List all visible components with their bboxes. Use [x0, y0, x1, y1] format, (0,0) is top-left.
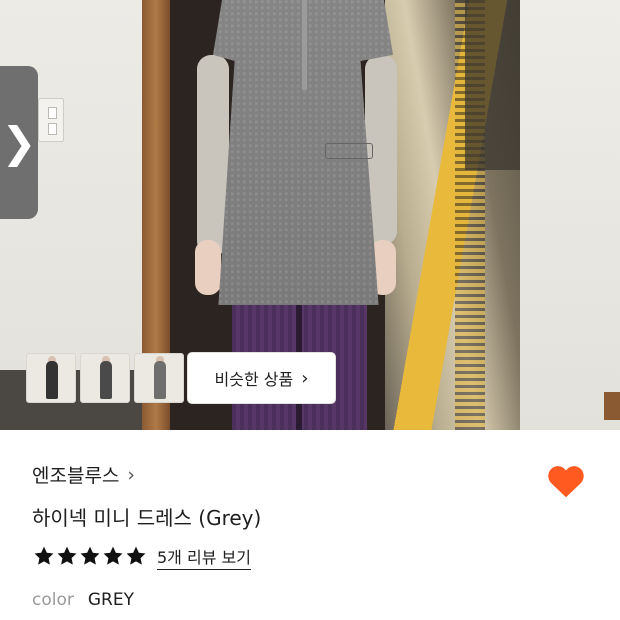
photo-ledge [604, 392, 620, 420]
review-link[interactable]: 5개 리뷰 보기 [157, 544, 251, 568]
thumbnail-3[interactable] [134, 353, 184, 403]
wishlist-button[interactable] [545, 460, 587, 502]
star-icon [80, 546, 100, 565]
thumbnail-figure [46, 361, 58, 399]
brand-name: 엔조블루스 [32, 465, 120, 487]
chevron-right-icon: ❯ [1, 118, 37, 167]
heart-icon [548, 466, 584, 498]
thumbnail-2[interactable] [80, 353, 130, 403]
similar-products-button[interactable]: 비슷한 상품 › [188, 353, 335, 403]
thumbnail-figure [100, 361, 112, 399]
thumbnail-strip [26, 353, 184, 403]
dress-pocket [325, 143, 373, 159]
star-icon [34, 546, 54, 565]
color-label: color [32, 590, 74, 610]
color-option: color GREY [32, 590, 134, 610]
dress-zipper [302, 0, 307, 90]
star-icon [57, 546, 77, 565]
rating-row: 5개 리뷰 보기 [33, 544, 251, 568]
color-value: GREY [87, 590, 134, 610]
thumbnail-figure [154, 361, 166, 399]
photo-curtain-shadow [465, 0, 520, 170]
brand-link[interactable]: 엔조블루스 › [32, 461, 135, 488]
star-icon [126, 546, 146, 565]
photo-wall-right [505, 0, 620, 430]
light-switch [38, 98, 64, 142]
chevron-right-icon: › [127, 463, 136, 486]
product-title: 하이넥 미니 드레스 (Grey) [32, 506, 262, 530]
chevron-right-icon: › [301, 367, 309, 389]
model-hand-left [195, 240, 221, 295]
star-icon [103, 546, 123, 565]
rating-stars [33, 545, 147, 567]
thumbnail-1[interactable] [26, 353, 76, 403]
gallery-arrow-button[interactable]: ❯ [0, 66, 38, 219]
similar-products-label: 비슷한 상품 [214, 370, 294, 389]
